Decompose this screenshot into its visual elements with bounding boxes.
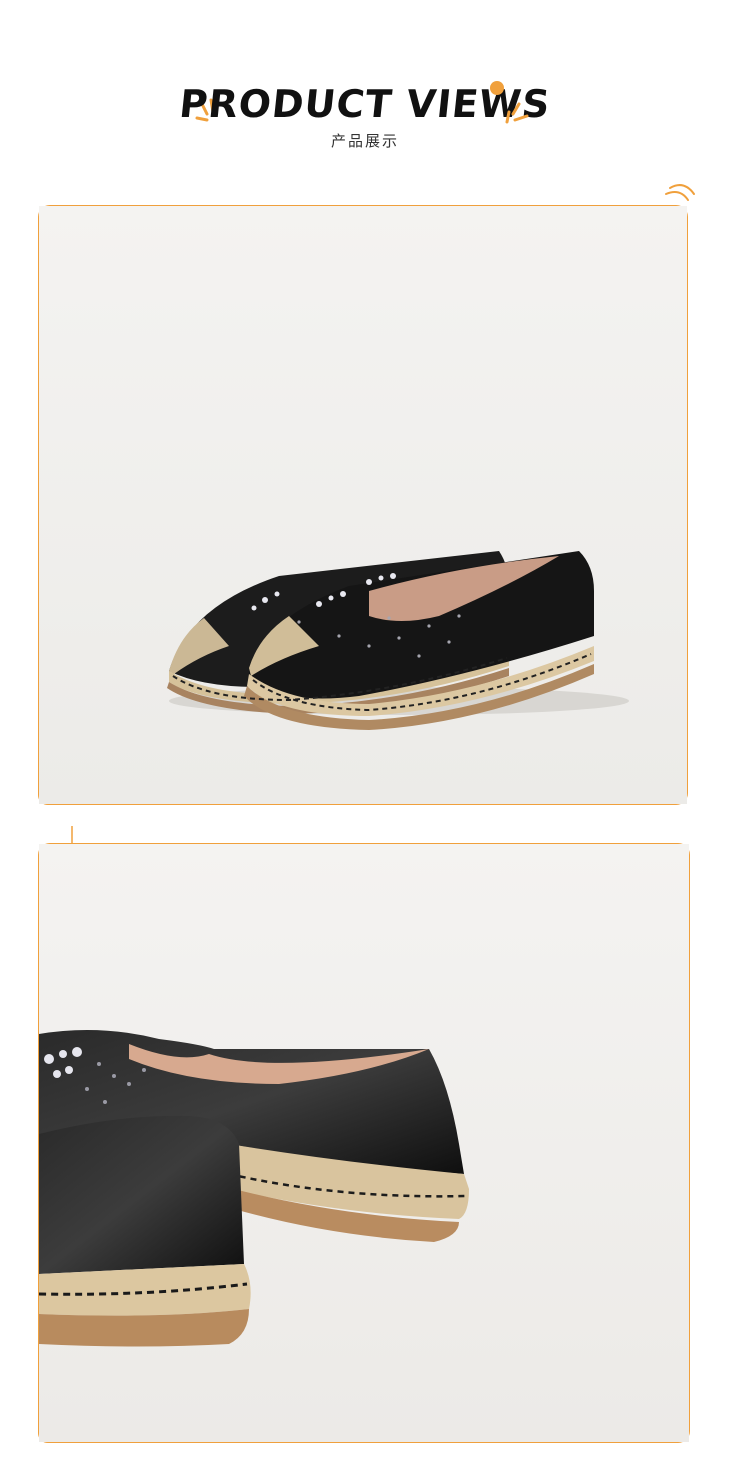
page-subtitle: 产品展示: [330, 132, 399, 150]
page-title: PRODUCT VIEWS: [177, 82, 553, 126]
product-photo-pair-front: [38, 205, 688, 805]
section-header: PRODUCT VIEWS 产品展示: [0, 70, 730, 160]
espadrille-shoe-heel-icon: [39, 844, 689, 1442]
espadrille-shoe-pair-icon: [39, 206, 687, 804]
spark-right-icon: [490, 81, 529, 124]
product-photo-heel-closeup: [38, 843, 690, 1443]
